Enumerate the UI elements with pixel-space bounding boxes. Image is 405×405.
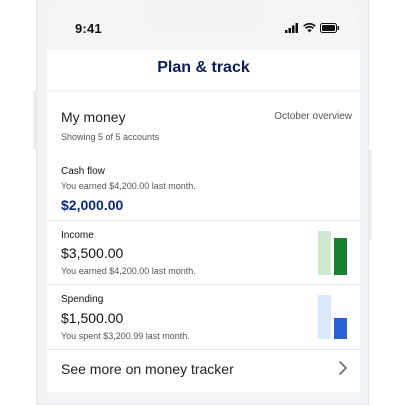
income-label: Income [61,230,94,241]
october-overview-link[interactable]: October overview [274,111,352,122]
spending-subtitle: You spent $3,200.99 last month. [61,331,190,341]
income-current-bar [334,238,347,275]
income-previous-bar [318,231,331,275]
app-screen: 9:41 Plan & track My money October overv… [47,0,360,404]
divider [47,284,360,285]
phone-frame: 9:41 Plan & track My money October overv… [36,0,369,405]
signal-icon [285,20,299,38]
spending-current-bar [334,318,347,339]
income-amount: $3,500.00 [61,245,124,261]
spending-previous-bar [318,295,331,339]
my-money-title: My money [61,109,126,125]
page-title: Plan & track [157,59,250,76]
cash-flow-label: Cash flow [61,166,105,177]
notch [143,0,265,30]
see-more-label: See more on money tracker [61,361,234,377]
spending-amount: $1,500.00 [61,310,124,326]
battery-icon [320,20,340,38]
phone-side-button [369,150,372,240]
wifi-icon [303,20,316,38]
cash-flow-amount: $2,000.00 [61,197,124,213]
divider [47,349,360,350]
status-time: 9:41 [75,21,102,36]
divider [47,220,360,221]
spending-label: Spending [61,294,104,305]
chevron-right-icon [338,360,348,381]
accounts-count: Showing 5 of 5 accounts [61,132,160,142]
cash-flow-subtitle: You earned $4,200.00 last month. [61,181,196,191]
status-icons [285,20,340,38]
income-subtitle: You earned $4,200.00 last month. [61,266,196,276]
